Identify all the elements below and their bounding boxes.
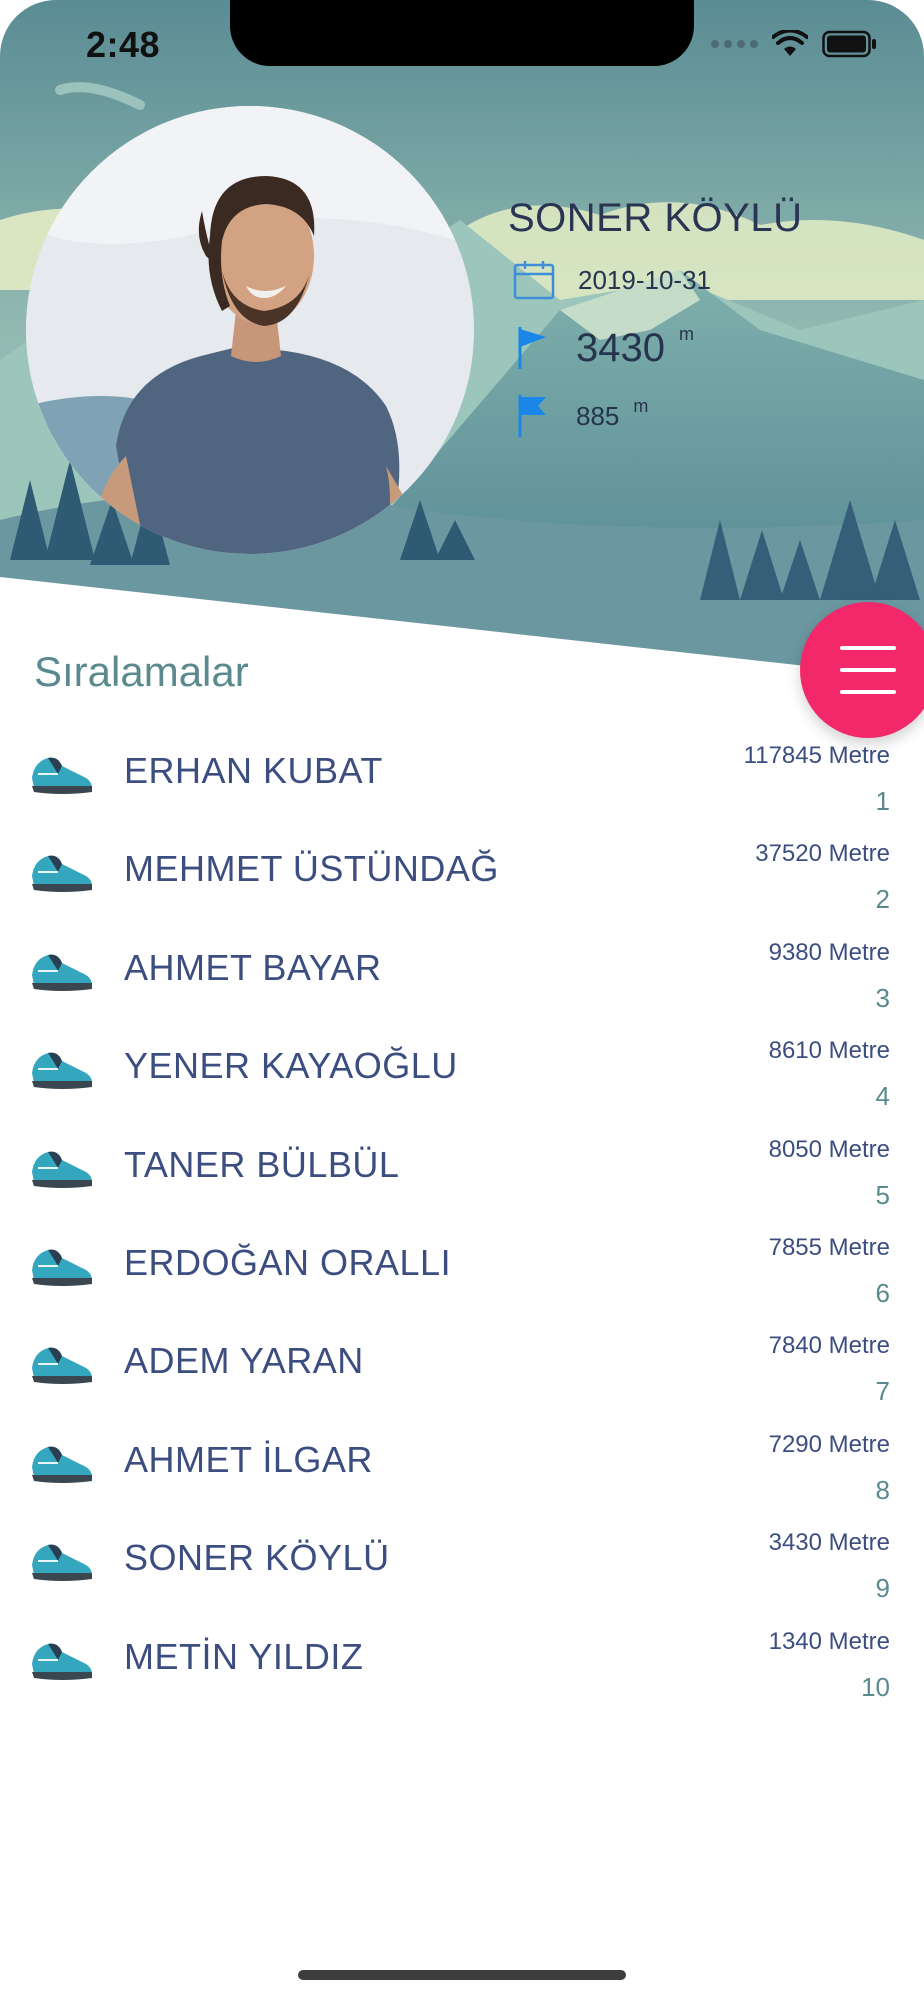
ranking-position: 10	[861, 1671, 890, 1702]
sneaker-icon	[32, 1348, 92, 1385]
status-indicators	[711, 30, 878, 58]
ranking-distance: 37520 Metre	[755, 840, 890, 868]
ranking-row[interactable]: ERDOĞAN ORALLI 7855 Metre 6	[0, 1222, 924, 1320]
sneaker-icon	[32, 1446, 92, 1483]
ranking-name: TANER BÜLBÜL	[124, 1143, 400, 1185]
profile-climb-unit: m	[633, 395, 649, 416]
ranking-name: METİN YILDIZ	[124, 1635, 364, 1677]
sneaker-icon	[32, 1249, 92, 1286]
ranking-row[interactable]: ERHAN KUBAT 117845 Metre 1	[0, 730, 924, 828]
profile-climb: 885	[576, 400, 620, 431]
ranking-distance: 7855 Metre	[768, 1233, 890, 1261]
sneaker-icon	[32, 954, 92, 991]
profile-climb-row: 885 m	[512, 392, 648, 440]
profile-avatar	[26, 106, 474, 554]
flag-icon	[512, 324, 556, 372]
flag-icon	[512, 392, 556, 440]
ranking-position: 8	[875, 1474, 890, 1505]
ranking-row[interactable]: MEHMET ÜSTÜNDAĞ 37520 Metre 2	[0, 828, 924, 926]
sneaker-icon	[32, 757, 92, 794]
ranking-name: AHMET BAYAR	[124, 946, 382, 988]
ranking-section-title: Sıralamalar	[34, 648, 249, 695]
ranking-position: 3	[875, 982, 890, 1013]
ranking-row[interactable]: AHMET BAYAR 9380 Metre 3	[0, 927, 924, 1025]
notch	[230, 0, 694, 66]
profile-photo	[26, 106, 474, 554]
ranking-name: ERHAN KUBAT	[124, 750, 383, 791]
calendar-icon	[512, 256, 556, 304]
home-indicator[interactable]	[298, 1970, 626, 1980]
ranking-row[interactable]: SONER KÖYLÜ 3430 Metre 9	[0, 1517, 924, 1615]
ranking-name: ERDOĞAN ORALLI	[124, 1241, 452, 1283]
ranking-position: 7	[875, 1376, 890, 1407]
ranking-position: 5	[875, 1179, 890, 1210]
ranking-distance: 7840 Metre	[768, 1332, 890, 1360]
ranking-name: AHMET İLGAR	[124, 1438, 373, 1480]
ranking-row[interactable]: TANER BÜLBÜL 8050 Metre 5	[0, 1124, 924, 1222]
ranking-distance: 3430 Metre	[768, 1529, 890, 1557]
sneaker-icon	[32, 856, 92, 893]
status-time: 2:48	[86, 24, 161, 65]
ranking-position: 9	[875, 1573, 890, 1604]
ranking-distance: 1340 Metre	[768, 1627, 890, 1655]
menu-button[interactable]	[800, 602, 924, 738]
ranking-name: ADEM YARAN	[124, 1340, 364, 1382]
ranking-distance: 7290 Metre	[768, 1430, 890, 1458]
ranking-row[interactable]: AHMET İLGAR 7290 Metre 8	[0, 1419, 924, 1517]
ranking-distance: 8610 Metre	[768, 1037, 890, 1065]
hamburger-menu-icon	[840, 646, 896, 650]
profile-distance: 3430	[576, 325, 665, 370]
ranking-position: 4	[875, 1081, 890, 1112]
profile-name: SONER KÖYLÜ	[508, 196, 803, 240]
ranking-name: MEHMET ÜSTÜNDAĞ	[124, 848, 499, 890]
battery-icon	[822, 30, 876, 58]
profile-distance-unit: m	[678, 323, 694, 344]
ranking-distance: 117845 Metre	[743, 742, 890, 769]
sneaker-icon	[32, 1544, 92, 1582]
ranking-position: 6	[875, 1277, 890, 1308]
profile-distance-row: 3430 m	[512, 324, 694, 372]
sneaker-icon	[32, 1052, 92, 1090]
ranking-name: SONER KÖYLÜ	[124, 1537, 390, 1579]
profile-date: 2019-10-31	[578, 264, 711, 295]
ranking-list: ERHAN KUBAT 117845 Metre 1 MEHMET ÜSTÜND…	[0, 730, 924, 1714]
cellular-signal-icon	[711, 40, 758, 48]
ranking-position: 1	[875, 786, 890, 816]
ranking-distance: 9380 Metre	[768, 938, 890, 966]
ranking-distance: 8050 Metre	[768, 1135, 890, 1163]
app-screen: 2:48 SONER KÖYLÜ 2019-10-31 3430 m 885 m…	[0, 0, 924, 2000]
ranking-row[interactable]: METİN YILDIZ 1340 Metre 10	[0, 1616, 924, 1714]
ranking-name: YENER KAYAOĞLU	[124, 1045, 458, 1087]
wifi-icon	[772, 30, 808, 56]
ranking-row[interactable]: ADEM YARAN 7840 Metre 7	[0, 1320, 924, 1418]
sneaker-icon	[32, 1643, 92, 1680]
profile-date-row: 2019-10-31	[512, 256, 711, 304]
ranking-row[interactable]: YENER KAYAOĞLU 8610 Metre 4	[0, 1025, 924, 1123]
ranking-position: 2	[875, 884, 890, 915]
status-bar: 2:48	[0, 0, 924, 96]
sneaker-icon	[32, 1151, 92, 1188]
